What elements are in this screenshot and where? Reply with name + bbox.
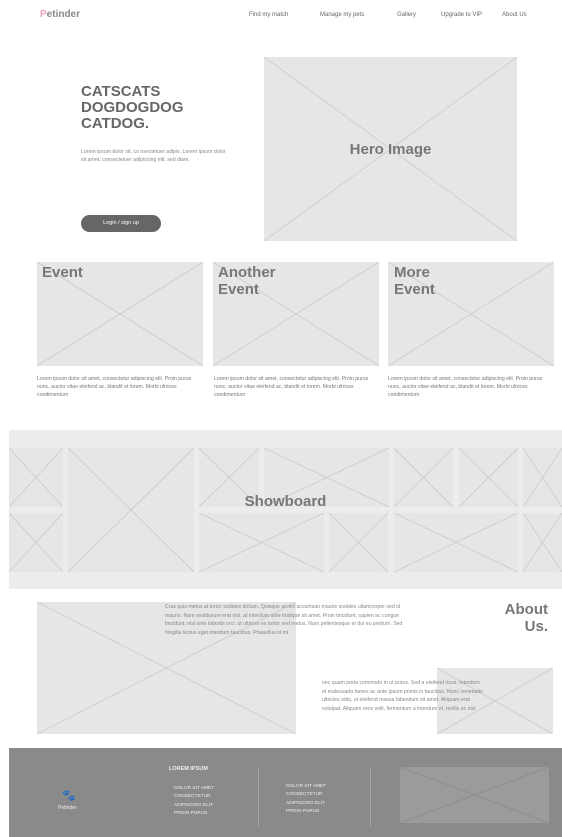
footer-link[interactable]: PROIN PURUS [174,810,214,818]
footer-link[interactable]: DOLOR SIT AMET [286,783,326,791]
hero-title: CATSCATS DOGDOGDOG CATDOG. [81,83,184,132]
hero-text: Lorem ipsum dolor sit, co nsectetuer adi… [81,149,226,163]
nav-manage-my-pets[interactable]: Manage my pets [320,12,364,18]
brand-logo[interactable]: Petinder [40,9,80,20]
placeholder-cross [9,513,63,572]
about-text-bottom: nec quam porta commodo in ut purus. Sed … [322,680,483,712]
logo-letter: P [40,9,47,20]
footer-link[interactable]: CONSECTETUR [174,793,214,801]
about-title: About Us. [504,601,548,635]
placeholder-cross [400,767,549,823]
footer-link[interactable]: PROIN PURUS [286,808,326,816]
footer-divider [258,768,259,826]
nav-gallery[interactable]: Gallery [397,12,416,18]
more-event-text: Lorem ipsum dolor sit amet, consectetur … [388,376,543,398]
showboard-tile[interactable] [523,513,562,572]
hero-image-label: Hero Image [349,140,432,158]
another-event-text: Lorem ipsum dolor sit amet, consectetur … [214,376,369,398]
showboard-tile[interactable] [68,448,194,572]
placeholder-cross [199,513,324,572]
placeholder-cross [523,513,562,572]
paw-icon: 🐾 [62,790,76,802]
showboard-tile[interactable] [394,513,518,572]
login-signup-button[interactable]: Login / sign up [81,215,161,232]
footer-divider [370,768,371,826]
showboard-tile[interactable] [199,513,324,572]
logo-text: etinder [46,9,81,20]
footer-brand-name: Petinder [58,805,77,811]
footer-link[interactable]: ADIPISCING ELIT [174,802,214,810]
event-text: Lorem ipsum dolor sit amet, consectetur … [37,376,192,398]
placeholder-cross [68,448,194,572]
showboard-tile[interactable] [329,513,388,572]
footer-image-placeholder [400,767,549,823]
footer-heading: LOREM IPSUM [169,766,208,772]
placeholder-cross [329,513,388,572]
showboard-label: Showboard [244,493,327,510]
footer-link[interactable]: ADIPISCING ELIT [286,800,326,808]
nav-find-my-match[interactable]: Find my match [249,12,288,18]
event-title: Event [42,264,83,281]
showboard-tile[interactable] [9,513,63,572]
nav-upgrade-to-vip[interactable]: Upgrade to VIP [441,12,482,18]
footer-links-col1: DOLOR SIT AMET CONSECTETUR ADIPISCING EL… [174,785,214,819]
footer-link[interactable]: DOLOR SIT AMET [174,785,214,793]
nav-about-us[interactable]: About Us [502,12,527,18]
about-text-top: Cras quis metus at tortor sodales dictum… [165,604,403,636]
another-event-title: Another Event [218,264,276,298]
footer-links-col2: DOLOR SIT AMET CONSECTETUR ADIPISCING EL… [286,783,326,817]
footer-link[interactable]: CONSECTETUR [286,791,326,799]
placeholder-cross [394,513,518,572]
more-event-title: More Event [394,264,435,298]
